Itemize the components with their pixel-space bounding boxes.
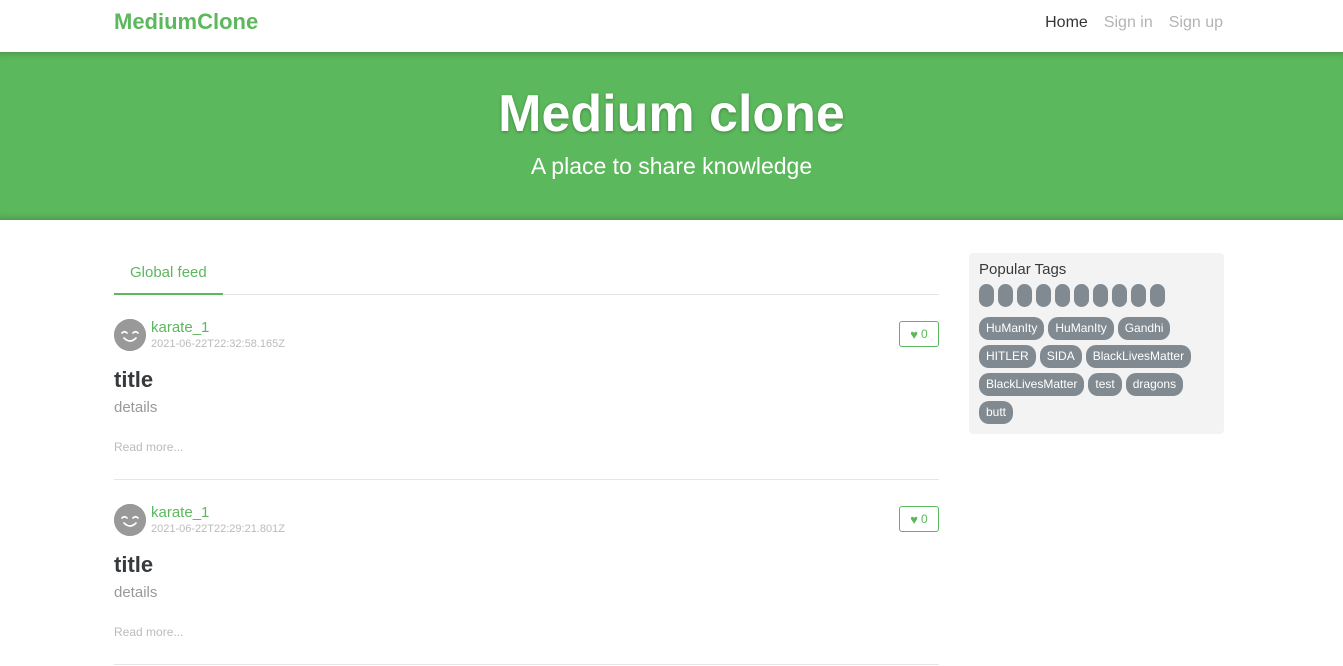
tab-global-feed[interactable]: Global feed [114, 253, 223, 295]
tag-pill[interactable]: butt [979, 401, 1014, 424]
banner-title: Medium clone [498, 85, 845, 143]
tag-pill[interactable]: BlackLivesMatter [1085, 345, 1192, 368]
read-more-link[interactable]: Read more... [114, 625, 183, 639]
navbar: MediumClone Home Sign in Sign up [0, 0, 1343, 52]
author-link[interactable]: karate_1 [151, 504, 209, 521]
favorite-button[interactable]: ♥ 0 [899, 506, 939, 532]
tag-pill-empty[interactable] [979, 284, 994, 307]
article-description: details [114, 399, 158, 416]
tag-list: HuManIty HuManIty Gandhi HITLER SIDA BlackLiv… [979, 284, 1214, 424]
tag-pill[interactable]: Gandhi [1117, 317, 1171, 340]
nav-links: Home Sign in Sign up [1045, 14, 1223, 32]
smiley-avatar-icon [114, 319, 146, 351]
feed-tabs: Global feed [114, 253, 939, 295]
avatar[interactable] [114, 504, 146, 536]
smiley-avatar-icon [114, 504, 146, 536]
tag-pill-empty[interactable] [1074, 284, 1089, 307]
sidebar-heading: Popular Tags [979, 261, 1067, 278]
nav-signin-link[interactable]: Sign in [1104, 14, 1153, 32]
tag-pill-empty[interactable] [998, 284, 1013, 307]
article-date: 2021-06-22T22:32:58.165Z [151, 338, 285, 350]
nav-signup-link[interactable]: Sign up [1169, 14, 1223, 32]
tag-pill[interactable]: test [1088, 373, 1122, 396]
tag-pill[interactable]: SIDA [1039, 345, 1082, 368]
nav-home-link[interactable]: Home [1045, 14, 1088, 32]
banner-subtitle: A place to share knowledge [530, 153, 813, 180]
tag-pill-empty[interactable] [1150, 284, 1165, 307]
favorite-button[interactable]: ♥ 0 [899, 321, 939, 347]
tag-pill-empty[interactable] [1036, 284, 1051, 307]
article-description: details [114, 584, 158, 601]
tag-pill-empty[interactable] [1112, 284, 1127, 307]
article-preview: karate_1 2021-06-22T22:32:58.165Z ♥ 0 ti… [114, 295, 939, 480]
popular-tags-sidebar: Popular Tags HuManIty HuManIty Gandhi HITLE… [969, 253, 1224, 434]
heart-icon: ♥ [910, 511, 919, 527]
favorite-count: 0 [921, 327, 928, 341]
tag-pill[interactable]: HITLER [979, 345, 1036, 368]
brand-link[interactable]: MediumClone [114, 9, 258, 35]
tag-pill[interactable]: HuManIty [979, 317, 1045, 340]
article-preview: karate_1 2021-06-22T22:29:21.801Z ♥ 0 ti… [114, 480, 939, 665]
author-link[interactable]: karate_1 [151, 319, 209, 336]
article-title[interactable]: title [114, 552, 153, 578]
article-title[interactable]: title [114, 367, 153, 393]
tag-pill[interactable]: BlackLivesMatter [979, 373, 1085, 396]
tag-pill-empty[interactable] [1131, 284, 1146, 307]
favorite-count: 0 [921, 512, 928, 526]
tag-pill-empty[interactable] [1017, 284, 1032, 307]
tag-pill[interactable]: HuManIty [1048, 317, 1114, 340]
banner: Medium clone A place to share knowledge [0, 52, 1343, 220]
article-date: 2021-06-22T22:29:21.801Z [151, 523, 285, 535]
tag-pill-empty[interactable] [1055, 284, 1070, 307]
heart-icon: ♥ [910, 326, 919, 342]
article-feed: Global feed karate_1 2021-06-22T22:32:58… [114, 253, 939, 665]
tag-pill-empty[interactable] [1093, 284, 1108, 307]
read-more-link[interactable]: Read more... [114, 440, 183, 454]
avatar[interactable] [114, 319, 146, 351]
tag-pill[interactable]: dragons [1125, 373, 1184, 396]
